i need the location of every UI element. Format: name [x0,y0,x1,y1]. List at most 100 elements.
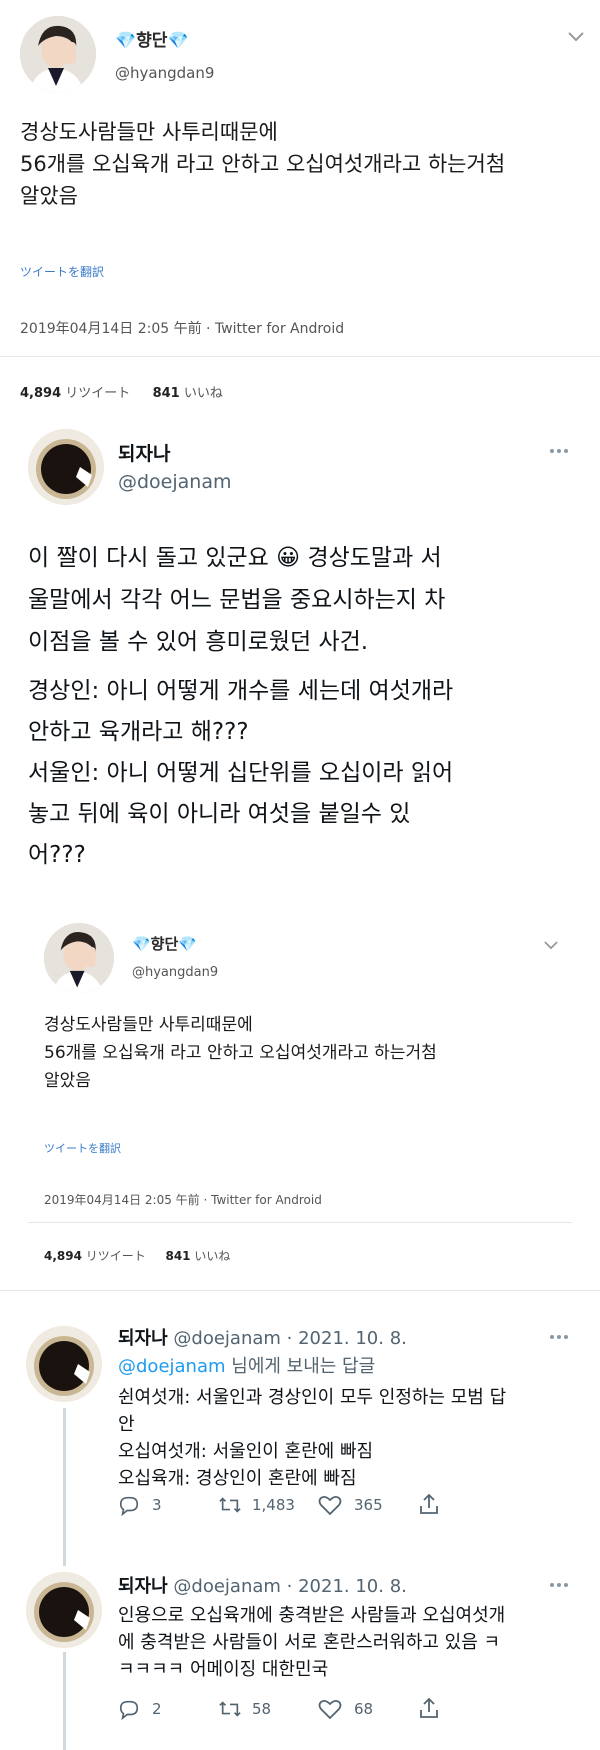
tweet-text-line: 안하고 육개라고 해??? [28,719,249,745]
thread-line [63,1408,66,1550]
thread-line [63,1550,66,1566]
more-options-icon[interactable] [549,1334,569,1340]
thread-line [63,1652,66,1750]
tweet-text-line: 56개를 오십육개 라고 안하고 오십여섯개라고 하는거첨 [20,152,506,176]
tweet-text-line: 인용으로 오십육개에 충격받은 사람들과 오십여섯개 [118,1605,506,1626]
handle[interactable]: @doejanam [118,471,232,493]
stats-row: 4,894 リツイート 841 いいね [44,1247,230,1264]
retweet-button[interactable] [218,1698,242,1720]
coffee-cup-icon [27,1573,101,1647]
timestamp[interactable]: 2019年04月14日 2:05 午前 · Twitter for Androi… [20,318,344,338]
share-icon [420,1697,438,1718]
tweet-text-line: 이 짤이 다시 돌고 있군요 😀 경상도말과 서 [28,545,442,571]
avatar[interactable] [28,429,104,505]
person-photo-icon [44,923,114,993]
divider [28,1222,572,1223]
translate-link: ツイートを翻訳 [44,1142,121,1155]
timestamp: 2019年04月14日 2:05 午前 · Twitter for Androi… [44,1193,322,1207]
tweet-text-line: 어??? [28,842,86,868]
tweet-text-line: 이점을 볼 수 있어 흥미로웠던 사건. [28,629,369,655]
tweet-text-line: 알았음 [44,1071,91,1091]
like-button[interactable] [318,1494,342,1516]
reply-count: 3 [152,1496,162,1514]
like-count: 365 [354,1496,383,1514]
share-button[interactable] [418,1696,440,1720]
embedded-tweet-image[interactable]: 💎향단💎 @hyangdan9 경상도사람들만 사투리때문에 56개를 오십육개… [28,905,572,1215]
reply-icon [119,1496,139,1516]
tweet-text: 쉰여섯개: 서울인과 경상인이 모두 인정하는 모범 답 안 오십여섯개: 서울… [118,1384,506,1492]
chevron-down-icon [544,941,558,950]
retweet-button[interactable] [218,1494,242,1516]
person-photo-icon [20,16,96,92]
avatar[interactable] [26,1572,102,1648]
tweet-text-line: 쉰여섯개: 서울인과 경상인이 모두 인정하는 모범 답 [118,1387,507,1408]
stats-row: 4,894 リツイート 841 いいね [20,382,223,401]
display-name[interactable]: 되자나 [118,1576,168,1597]
tweet-text-line: 서울인: 아니 어떻게 십단위를 오십이라 읽어 [28,760,454,786]
reply-count: 2 [152,1700,162,1718]
reply-button[interactable] [118,1698,140,1720]
retweet-label: リツイート [65,386,131,401]
action-bar: 3 1,483 365 [118,1492,498,1518]
tweet-text-line: 경상인: 아니 어떻게 개수를 세는데 여섯개라 [28,678,454,704]
tweet-text: 경상도사람들만 사투리때문에 56개를 오십육개 라고 안하고 오십여섯개라고 … [44,1011,437,1095]
quote-tweet: 되자나 @doejanam 이 짤이 다시 돌고 있군요 😀 경상도말과 서 울… [0,405,600,1275]
avatar [44,923,114,993]
display-name[interactable]: 되자나 [118,1328,168,1349]
retweet-count[interactable]: 4,894 [20,386,61,401]
more-options-icon[interactable] [549,1582,569,1588]
display-name: 💎향단💎 [132,935,197,953]
tweet-text-line: 놓고 뒤에 육이 아니라 여섯을 붙일수 있 [28,801,411,827]
avatar[interactable] [20,16,96,92]
more-options-icon[interactable] [549,448,569,454]
share-button[interactable] [418,1492,440,1516]
tweet-text-line: 울말에서 각각 어느 문법을 중요시하는지 차 [28,587,446,613]
tweet-text-line: ㅋㅋㅋㅋ 어메이징 대한민국 [118,1659,329,1680]
heart-icon [318,1495,342,1516]
retweet-count: 1,483 [252,1496,295,1514]
coffee-cup-icon [27,1327,101,1401]
heart-icon [318,1699,342,1720]
display-name[interactable]: 💎향단💎 [115,26,189,51]
like-count: 841 [165,1249,191,1263]
like-button[interactable] [318,1698,342,1720]
tweet-text: 인용으로 오십육개에 충격받은 사람들과 오십여섯개 에 충격받은 사람들이 서… [118,1602,505,1683]
reply-header: 되자나 @doejanam · 2021. 10. 8. [118,1324,407,1350]
divider [0,356,600,357]
tweet-text-line: 56개를 오십육개 라고 안하고 오십여섯개라고 하는거첨 [44,1043,437,1063]
retweet-count: 58 [252,1700,272,1718]
tweet-text-line: 오십여섯개: 서울인이 혼란에 빠짐 [118,1441,374,1462]
retweet-icon [219,1701,241,1717]
chevron-down-icon[interactable] [568,32,584,42]
tweet-text-line: 경상도사람들만 사투리때문에 [20,120,278,144]
tweet-text: 경상도사람들만 사투리때문에 56개를 오십육개 라고 안하고 오십여섯개라고 … [20,116,505,212]
tweet-text: 경상인: 아니 어떻게 개수를 세는데 여섯개라 안하고 육개라고 해??? 서… [28,671,453,876]
reply-to-label: 님에게 보내는 답글 [225,1356,376,1377]
original-tweet: 💎향단💎 @hyangdan9 경상도사람들만 사투리때문에 56개를 오십육개… [0,0,600,405]
share-icon [420,1493,438,1514]
reply-header: 되자나 @doejanam · 2021. 10. 8. [118,1572,407,1598]
tweet-text-line: 경상도사람들만 사투리때문에 [44,1015,253,1035]
tweet-text-line: 알았음 [20,184,78,208]
retweet-icon [219,1497,241,1513]
like-label: いいね [194,1249,231,1263]
tweet-text-line: 오십육개: 경상인이 혼란에 빠짐 [118,1468,357,1489]
reply-tweet: 되자나 @doejanam · 2021. 10. 8. 인용으로 오십육개에 … [0,1550,600,1750]
handle-date[interactable]: @doejanam · 2021. 10. 8. [173,1576,406,1597]
avatar[interactable] [26,1326,102,1402]
like-count[interactable]: 841 [153,386,180,401]
translate-link[interactable]: ツイートを翻訳 [20,263,104,280]
tweet-text: 이 짤이 다시 돌고 있군요 😀 경상도말과 서 울말에서 각각 어느 문법을 … [28,537,445,663]
handle[interactable]: @hyangdan9 [115,64,214,82]
reply-to-link[interactable]: @doejanam [118,1356,226,1377]
coffee-cup-icon [29,430,103,504]
handle-date[interactable]: @doejanam · 2021. 10. 8. [173,1328,406,1349]
tweet-text-line: 에 충격받은 사람들이 서로 혼란스러워하고 있음 ㅋ [118,1632,501,1653]
action-bar: 2 58 68 [118,1696,498,1722]
reply-button[interactable] [118,1494,140,1516]
display-name[interactable]: 되자나 [118,439,170,466]
divider [0,1290,600,1291]
like-count: 68 [354,1700,374,1718]
tweet-text-line: 안 [118,1414,135,1435]
handle: @hyangdan9 [132,965,219,980]
